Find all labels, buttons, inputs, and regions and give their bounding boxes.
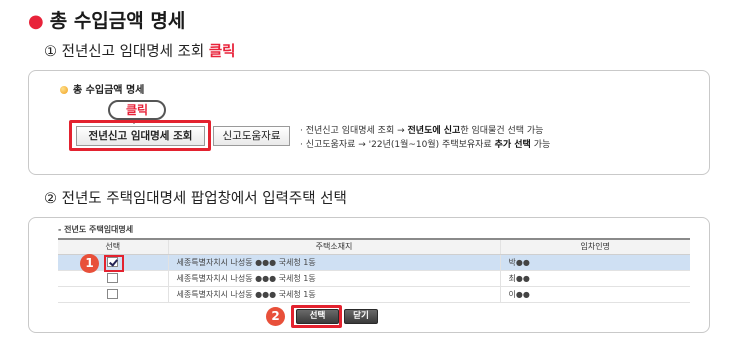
select-cell[interactable] (58, 270, 168, 287)
select-button[interactable]: 선택 (296, 309, 339, 324)
panel1-title-text: 총 수입금액 명세 (73, 85, 145, 96)
step-1-text: ① 전년신고 임대명세 조회 (44, 44, 205, 60)
note-line-2: · 신고도움자료 → '22년(1월~10월) 주택보유자료 추가 선택 가능 (300, 140, 551, 150)
row-checkbox[interactable] (107, 289, 119, 299)
column-header: 임차인명 (499, 238, 690, 255)
click-callout: 클릭 (108, 100, 166, 120)
select-cell[interactable] (58, 286, 168, 303)
step-marker-1: 1 (80, 254, 99, 273)
bullet-icon (60, 86, 68, 94)
column-header: 주택소재지 (167, 238, 500, 255)
section-title-text: 총 수입금액 명세 (49, 10, 186, 32)
panel1-notes: · 전년신고 임대명세 조회 → 전년도에 신고한 임대물건 선택 가능 · 신… (300, 124, 550, 152)
prior-year-lookup-button[interactable]: 전년신고 임대명세 조회 (76, 126, 205, 146)
checkbox-highlight-frame (104, 255, 124, 272)
tenant-cell: 박●● (499, 254, 690, 271)
step-marker-2: 2 (266, 307, 285, 326)
address-cell: 세종특별자치시 나성동 ●●● 국세청 1동 (167, 286, 500, 303)
step-1-instruction: ① 전년신고 임대명세 조회 클릭 (44, 40, 236, 61)
panel1-title: 총 수입금액 명세 (60, 81, 144, 96)
table-row[interactable]: 세종특별자치시 나성동 ●●● 국세청 1동 최●● (58, 270, 690, 287)
close-button[interactable]: 닫기 (344, 309, 378, 324)
popup-title: - 전년도 주택임대명세 (58, 225, 134, 234)
step-1-accent: 클릭 (208, 44, 236, 60)
tenant-cell: 최●● (499, 270, 690, 287)
filing-help-docs-button[interactable]: 신고도움자료 (213, 126, 290, 146)
note-line-1: · 전년신고 임대명세 조회 → 전년도에 신고한 임대물건 선택 가능 (300, 126, 544, 136)
table-row[interactable]: 세종특별자치시 나성동 ●●● 국세청 1동 박●● (58, 254, 690, 271)
step-2-instruction: ② 전년도 주택임대명세 팝업창에서 입력주택 선택 (44, 191, 347, 207)
table-header-row: 선택 주택소재지 임차인명 (58, 238, 690, 255)
address-cell: 세종특별자치시 나성동 ●●● 국세청 1동 (167, 254, 500, 271)
section-title: ● 총 수입금액 명세 (28, 6, 185, 33)
column-header: 선택 (58, 238, 168, 255)
address-cell: 세종특별자치시 나성동 ●●● 국세청 1동 (167, 270, 500, 287)
tenant-cell: 이●● (499, 286, 690, 303)
table-row[interactable]: 세종특별자치시 나성동 ●●● 국세청 1동 이●● (58, 286, 690, 303)
bullet-icon: ● (28, 11, 44, 32)
housing-rental-table: 선택 주택소재지 임차인명 세종특별자치시 나성동 ●●● 국세청 1동 박●●… (58, 238, 690, 303)
row-checkbox[interactable] (107, 273, 119, 283)
